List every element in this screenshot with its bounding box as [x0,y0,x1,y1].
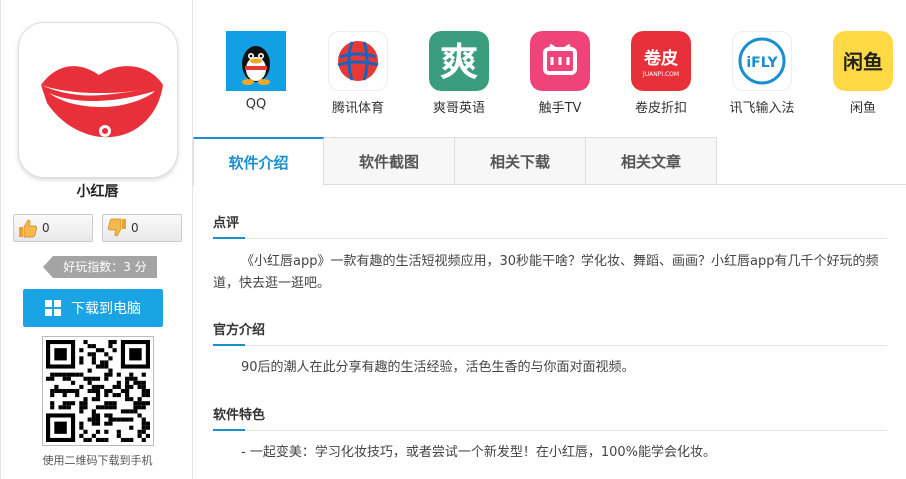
related-app-juanpi[interactable]: 卷皮 JUANPI.COM 卷皮折扣 [616,31,706,116]
thumbs-down-icon [105,216,129,240]
dislike-count: 0 [131,221,139,235]
shuangge-english-icon: 爽 [429,31,489,91]
section-title-review: 点评 [213,216,240,231]
svg-text:iFLY: iFLY [746,55,778,71]
tab-screenshots[interactable]: 软件截图 [324,137,455,185]
like-count: 0 [42,221,50,235]
chushou-tv-icon [530,31,590,91]
qq-penguin-icon [226,31,286,91]
svg-text:爽: 爽 [440,40,478,84]
related-app-ifly[interactable]: iFLY 讯飞输入法 [717,31,807,116]
tab-related-articles[interactable]: 相关文章 [586,137,717,185]
svg-text:卷皮: 卷皮 [643,48,678,69]
related-app-qq[interactable]: QQ [211,31,301,112]
section-title-features: 软件特色 [213,408,266,423]
related-app-shuangge-english[interactable]: 爽 爽哥英语 [414,31,504,116]
section-divider [213,344,887,346]
xianyu-icon: 闲鱼 [833,31,893,91]
app-sidebar: 小红唇 0 0 好玩指数：3 分 下载到电脑 使用二维码下载到手机 [0,0,193,479]
qr-code [42,336,154,446]
related-app-label: 腾讯体育 [331,101,384,116]
download-to-pc-button[interactable]: 下载到电脑 [23,289,163,327]
section-divider [213,237,887,239]
score-badge: 好玩指数：3 分 [43,256,157,278]
ifly-icon: iFLY [732,31,792,91]
section-divider [213,429,887,431]
related-app-tencent-sports[interactable]: 腾讯体育 [313,31,403,116]
related-app-label: 卷皮折扣 [634,101,687,116]
related-app-chushou-tv[interactable]: 触手TV [515,31,605,116]
tab-software-intro[interactable]: 软件介绍 [193,137,324,186]
tab-related-downloads[interactable]: 相关下载 [455,137,586,185]
related-app-label: QQ [245,97,267,112]
svg-text:JUANPI.COM: JUANPI.COM [642,71,679,78]
qr-caption: 使用二维码下载到手机 [42,454,153,467]
app-name: 小红唇 [76,184,119,200]
related-app-label: 讯飞输入法 [729,101,795,116]
download-label: 下载到电脑 [71,301,141,317]
related-app-label: 闲鱼 [849,101,876,116]
svg-text:闲鱼: 闲鱼 [843,50,883,74]
section-text-official-intro: 90后的潮人在此分享有趣的生活经验，活色生香的与你面对面视频。 [241,360,635,375]
section-text-review: 《小红唇app》一款有趣的生活短视频应用，30秒能干啥？学化妆、舞蹈、画画？小红… [213,254,879,291]
section-text-features: - 一起变美：学习化妆技巧，或者尝试一个新发型！在小红唇，100%能学会化妆。 [241,445,716,460]
thumbs-up-icon [16,216,40,240]
section-title-official-intro: 官方介绍 [213,323,266,338]
app-icon-lips [18,22,178,178]
related-app-xianyu[interactable]: 闲鱼 闲鱼 [818,31,906,116]
related-apps: QQ 腾讯体育 爽 爽哥英语 触手TV 卷皮 JUANPI.COM 卷皮折扣 iF… [193,0,906,132]
tencent-sports-icon [328,31,388,91]
detail-tabs: 软件介绍 软件截图 相关下载 相关文章 [193,137,906,186]
windows-icon [45,300,61,316]
related-app-label: 触手TV [538,101,582,116]
like-button[interactable]: 0 [13,214,93,242]
juanpi-icon: 卷皮 JUANPI.COM [631,31,691,91]
dislike-button[interactable]: 0 [102,214,182,242]
related-app-label: 爽哥英语 [432,101,485,116]
